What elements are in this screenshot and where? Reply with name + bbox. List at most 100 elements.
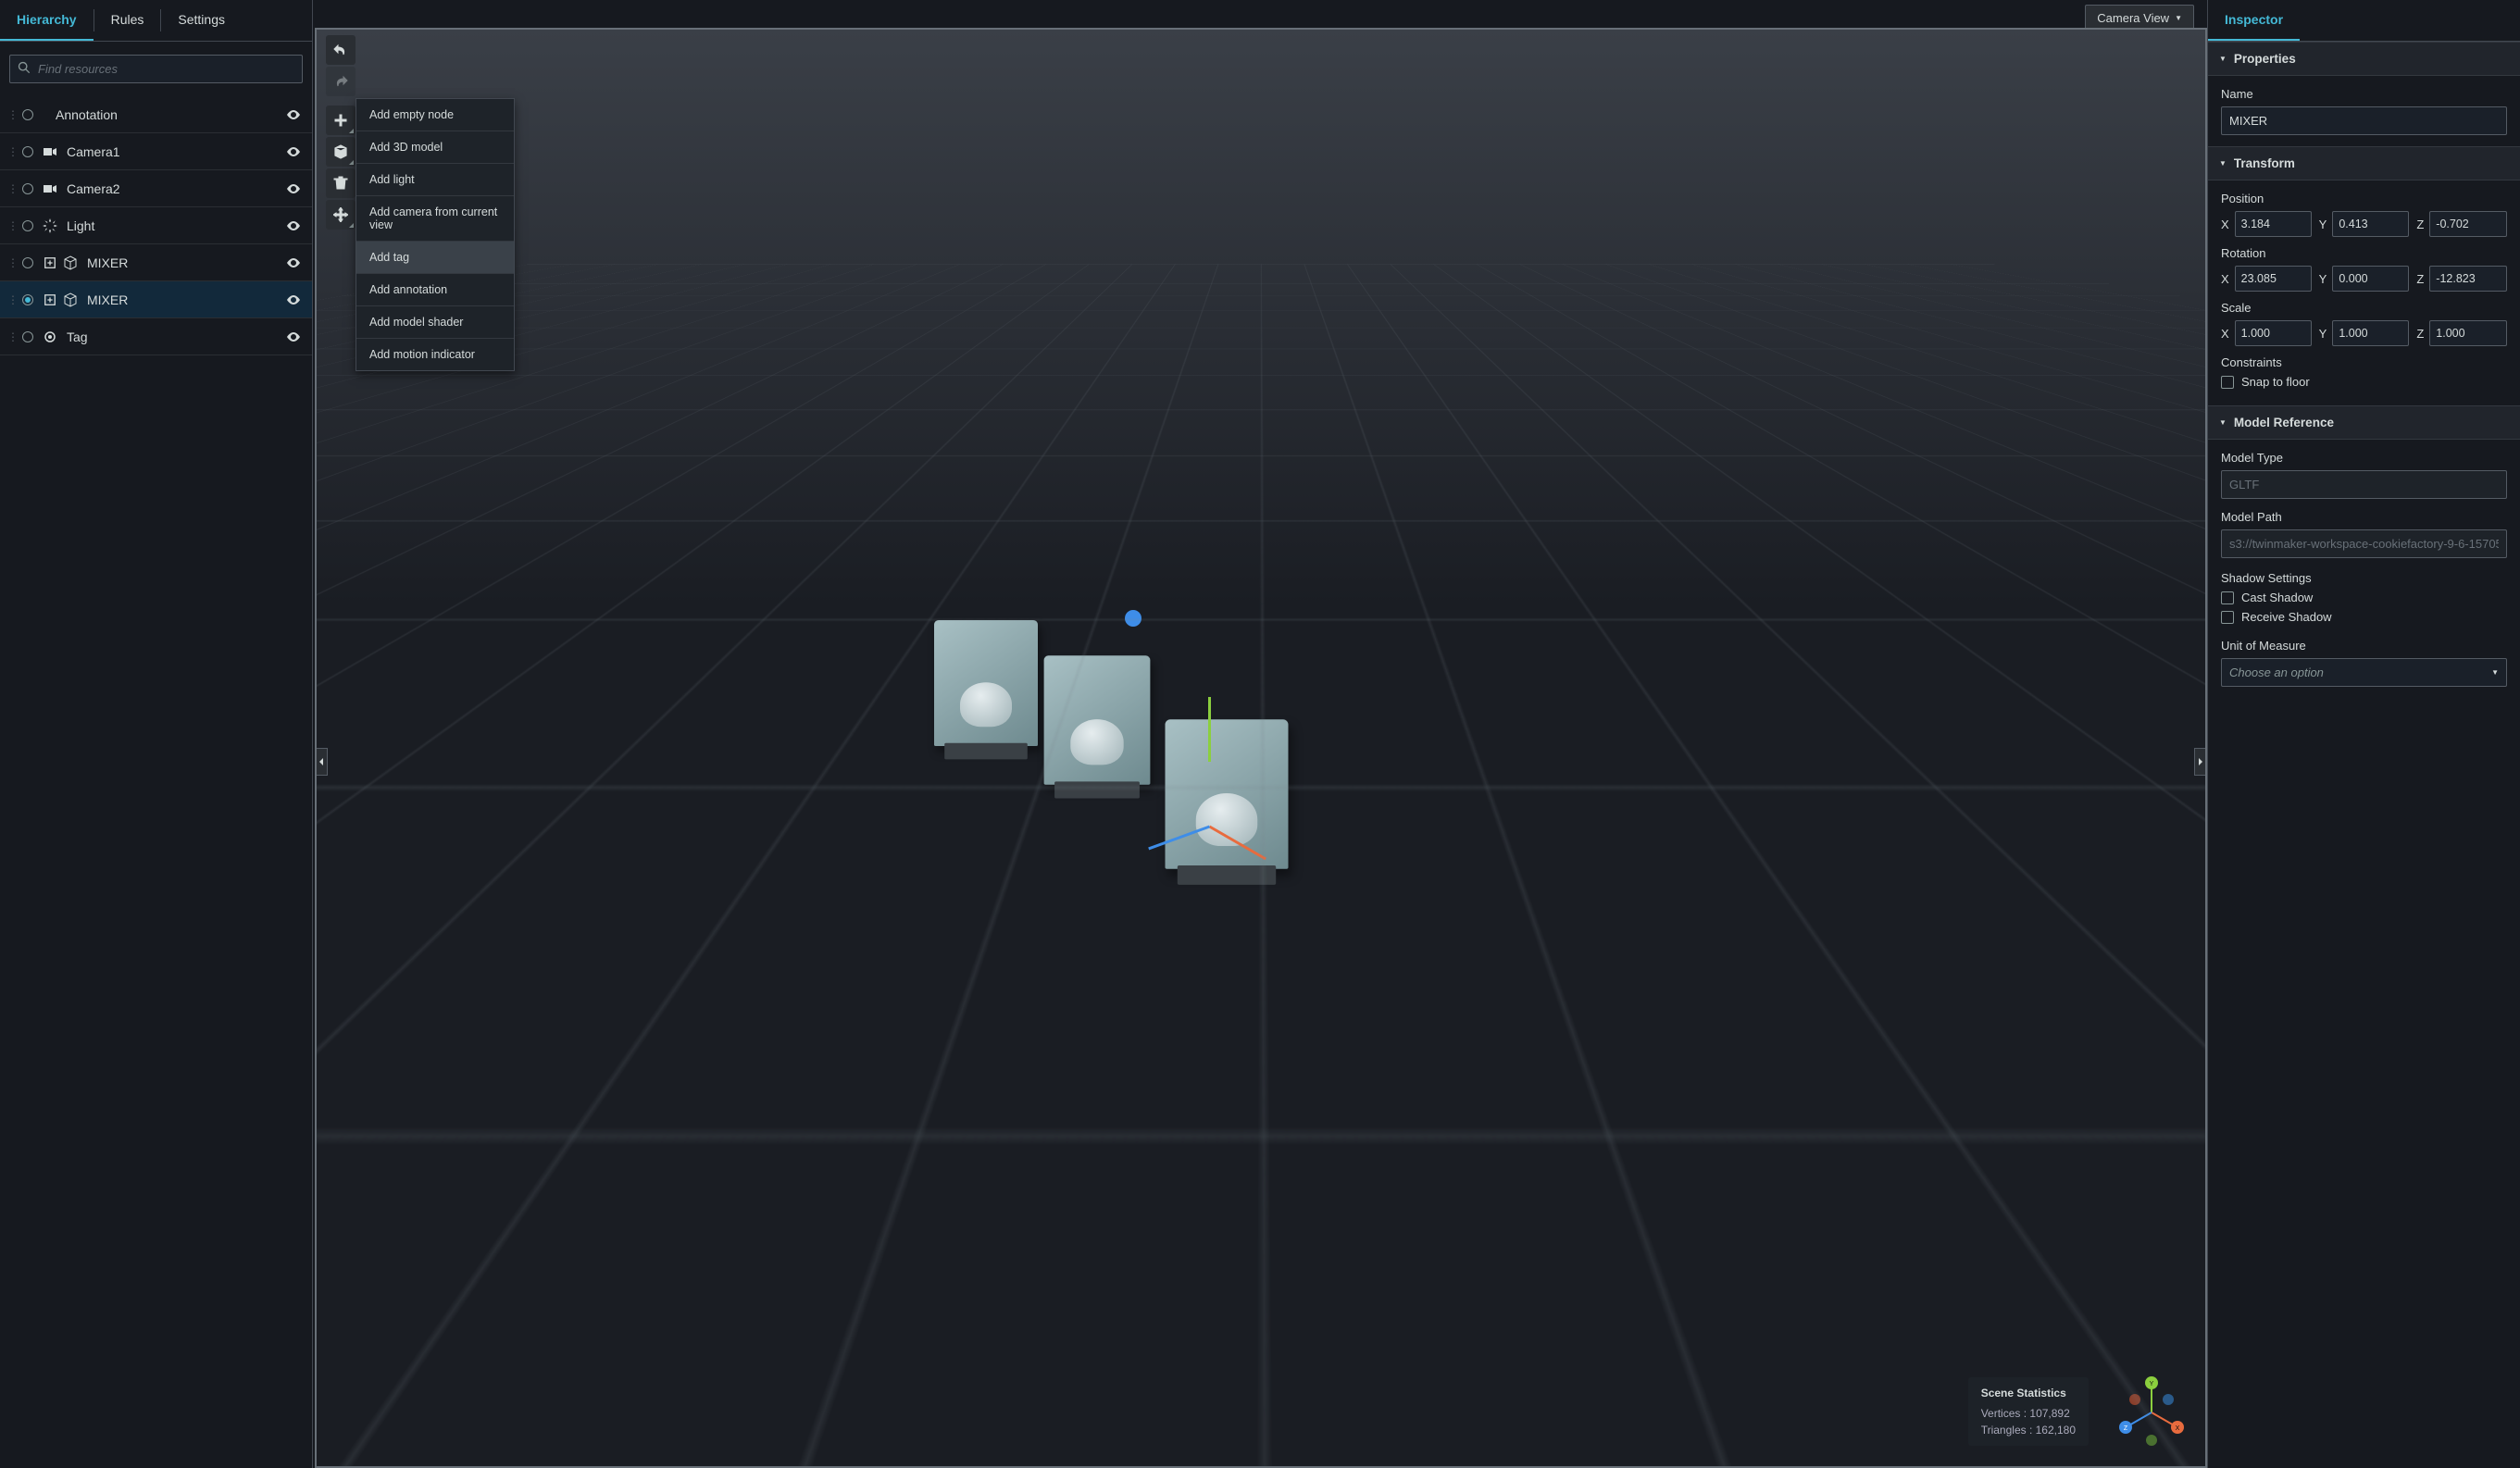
- chevron-down-icon: ▼: [2219, 55, 2227, 63]
- search-input-wrap[interactable]: [9, 55, 303, 83]
- scale-y-input[interactable]: [2332, 320, 2409, 346]
- menu-add-tag[interactable]: Add tag: [356, 242, 514, 274]
- radio-select[interactable]: [22, 183, 33, 194]
- visibility-toggle-icon[interactable]: [286, 292, 301, 307]
- tab-settings[interactable]: Settings: [161, 0, 242, 41]
- receive-shadow-label: Receive Shadow: [2241, 610, 2332, 624]
- menu-add-empty-node[interactable]: Add empty node: [356, 99, 514, 131]
- section-properties-header[interactable]: ▼ Properties: [2208, 42, 2520, 76]
- name-input[interactable]: [2221, 106, 2507, 135]
- menu-add-motion-indicator[interactable]: Add motion indicator: [356, 339, 514, 370]
- tree-item-label: Light: [67, 218, 286, 233]
- drag-handle-icon[interactable]: ⋮: [7, 293, 13, 306]
- snap-to-floor-checkbox[interactable]: [2221, 376, 2234, 389]
- uom-select[interactable]: Choose an option ▼: [2221, 658, 2507, 687]
- tree-item-light[interactable]: ⋮ Light: [0, 207, 312, 244]
- chevron-down-icon: ▼: [2491, 668, 2499, 677]
- tree-item-camera2[interactable]: ⋮ Camera2: [0, 170, 312, 207]
- rotation-label: Rotation: [2221, 246, 2507, 260]
- position-z-input[interactable]: [2429, 211, 2507, 237]
- rotation-y-input[interactable]: [2332, 266, 2409, 292]
- visibility-toggle-icon[interactable]: [286, 218, 301, 233]
- visibility-toggle-icon[interactable]: [286, 107, 301, 122]
- center-column: Camera View ▼ Add empty node Add 3D mode…: [313, 0, 2207, 1468]
- visibility-toggle-icon[interactable]: [286, 181, 301, 196]
- tree-item-camera1[interactable]: ⋮ Camera1: [0, 133, 312, 170]
- mixer-model[interactable]: [934, 620, 1038, 746]
- section-transform-header[interactable]: ▼ Transform: [2208, 146, 2520, 180]
- tree-item-annotation[interactable]: ⋮ Annotation: [0, 96, 312, 133]
- chevron-down-icon: ▼: [2175, 14, 2182, 22]
- drag-handle-icon[interactable]: ⋮: [7, 256, 13, 269]
- position-x-input[interactable]: [2235, 211, 2312, 237]
- viewport-3d[interactable]: Add empty node Add 3D model Add light Ad…: [315, 28, 2207, 1468]
- stats-vertices: Vertices : 107,892: [1981, 1407, 2076, 1420]
- add-button[interactable]: [326, 106, 356, 135]
- snap-to-floor-label: Snap to floor: [2241, 375, 2310, 389]
- menu-add-annotation[interactable]: Add annotation: [356, 274, 514, 306]
- radio-select[interactable]: [22, 109, 33, 120]
- name-field-label: Name: [2221, 87, 2507, 101]
- menu-add-camera-from-view[interactable]: Add camera from current view: [356, 196, 514, 242]
- tree-item-tag[interactable]: ⋮ Tag: [0, 318, 312, 355]
- add-model-button[interactable]: [326, 137, 356, 167]
- undo-button[interactable]: [326, 35, 356, 65]
- tree-item-mixer[interactable]: ⋮ MIXER: [0, 244, 312, 281]
- radio-select[interactable]: [22, 294, 33, 305]
- expand-toggle-icon[interactable]: [43, 255, 57, 270]
- axis-label-x: X: [2221, 327, 2229, 341]
- axis-label-z: Z: [2416, 218, 2424, 231]
- expand-toggle-icon[interactable]: [43, 292, 57, 307]
- collapse-left-handle[interactable]: [315, 748, 328, 776]
- section-modelref-header[interactable]: ▼ Model Reference: [2208, 405, 2520, 440]
- camera-view-label: Camera View: [2097, 11, 2169, 25]
- delete-button[interactable]: [326, 168, 356, 198]
- tree-item-label: MIXER: [87, 292, 286, 307]
- tree-item-mixer-selected[interactable]: ⋮ MIXER: [0, 281, 312, 318]
- drag-handle-icon[interactable]: ⋮: [7, 108, 13, 121]
- menu-add-model-shader[interactable]: Add model shader: [356, 306, 514, 339]
- collapse-right-handle[interactable]: [2194, 748, 2207, 776]
- scale-x-input[interactable]: [2235, 320, 2312, 346]
- visibility-toggle-icon[interactable]: [286, 255, 301, 270]
- move-tool-button[interactable]: [326, 200, 356, 230]
- drag-handle-icon[interactable]: ⋮: [7, 330, 13, 343]
- drag-handle-icon[interactable]: ⋮: [7, 182, 13, 195]
- cube-icon: [63, 255, 78, 270]
- tab-hierarchy[interactable]: Hierarchy: [0, 0, 94, 41]
- gizmo-y-axis[interactable]: [1208, 697, 1211, 762]
- search-input[interactable]: [38, 62, 294, 76]
- position-y-input[interactable]: [2332, 211, 2409, 237]
- tab-inspector[interactable]: Inspector: [2208, 0, 2300, 41]
- viewport-toolbar: [326, 35, 356, 230]
- shadow-settings-label: Shadow Settings: [2221, 571, 2507, 585]
- radio-select[interactable]: [22, 257, 33, 268]
- drag-handle-icon[interactable]: ⋮: [7, 219, 13, 232]
- uom-label: Unit of Measure: [2221, 639, 2507, 653]
- orientation-gizmo[interactable]: Y X Z: [2115, 1375, 2189, 1449]
- model-path-label: Model Path: [2221, 510, 2507, 524]
- mixer-model[interactable]: [1043, 655, 1150, 784]
- menu-add-light[interactable]: Add light: [356, 164, 514, 196]
- section-title: Model Reference: [2234, 416, 2334, 429]
- rotation-x-input[interactable]: [2235, 266, 2312, 292]
- redo-button[interactable]: [326, 67, 356, 96]
- radio-select[interactable]: [22, 146, 33, 157]
- tab-rules[interactable]: Rules: [94, 0, 161, 41]
- receive-shadow-checkbox[interactable]: [2221, 611, 2234, 624]
- rotation-z-input[interactable]: [2429, 266, 2507, 292]
- right-panel: Inspector ▼ Properties Name ▼ Transform …: [2207, 0, 2520, 1468]
- mixer-model[interactable]: [1165, 719, 1288, 869]
- scale-z-input[interactable]: [2429, 320, 2507, 346]
- chevron-down-icon: ▼: [2219, 418, 2227, 427]
- drag-handle-icon[interactable]: ⋮: [7, 145, 13, 158]
- left-panel: Hierarchy Rules Settings ⋮ Annotation: [0, 0, 313, 1468]
- chevron-down-icon: ▼: [2219, 159, 2227, 168]
- menu-add-3d-model[interactable]: Add 3D model: [356, 131, 514, 164]
- visibility-toggle-icon[interactable]: [286, 330, 301, 344]
- radio-select[interactable]: [22, 331, 33, 342]
- visibility-toggle-icon[interactable]: [286, 144, 301, 159]
- axis-label-y: Y: [2319, 218, 2327, 231]
- cast-shadow-checkbox[interactable]: [2221, 591, 2234, 604]
- radio-select[interactable]: [22, 220, 33, 231]
